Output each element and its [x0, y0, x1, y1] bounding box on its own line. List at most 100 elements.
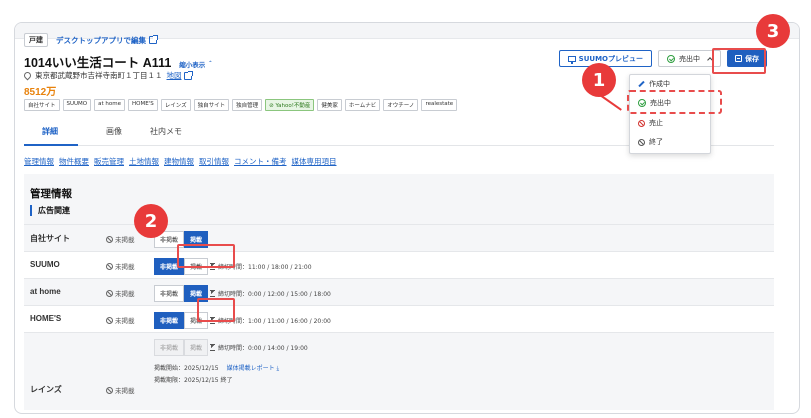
media-tag-yahoo-label: Yahoo!不動産	[275, 103, 311, 109]
hourglass-icon	[210, 344, 215, 351]
media-tag: at home	[94, 99, 126, 111]
pencil-icon	[638, 80, 645, 88]
hourglass-icon	[210, 290, 215, 297]
deadline-info: 締切時間：0:00 / 14:00 / 19:00	[210, 343, 308, 352]
step-badge-2: 2	[134, 204, 168, 238]
publish-status: 未掲載	[106, 261, 135, 271]
property-type-badge: 戸建	[24, 33, 48, 47]
ban-icon	[106, 386, 113, 394]
publish-status-text: 未掲載	[115, 236, 135, 244]
anchor-land[interactable]: 土地情報	[129, 156, 159, 167]
media-tag: 健美家	[317, 99, 342, 111]
price: 8512万	[24, 87, 57, 98]
media-tags: 自社サイト SUUMO at home HOME'S レインズ 独自サイト 独自…	[24, 99, 458, 111]
publish-status: 未掲載	[106, 288, 135, 298]
header-meta: 戸建 デスクトップアプリで編集	[24, 33, 158, 47]
anchor-overview[interactable]: 物件概要	[59, 156, 89, 167]
panel-subtitle: 広告関連	[30, 205, 70, 216]
status-option-ended[interactable]: 終了	[638, 137, 663, 147]
status-option-label: 作成中	[649, 80, 670, 88]
publish-toggle-highlight	[177, 244, 235, 268]
publish-status-text: 未掲載	[115, 263, 135, 271]
step-badge-1: 1	[582, 63, 616, 97]
publish-start-line: 掲載開始：2025/12/15 媒体掲載レポート ⤓	[154, 363, 279, 373]
map-link[interactable]: 地図	[166, 70, 193, 81]
status-select-value: 売出中	[679, 54, 700, 63]
media-tag-yahoo: ⊘ Yahoo!不動産	[265, 99, 315, 111]
map-link-label: 地図	[166, 71, 182, 80]
publish-button[interactable]: 掲載	[184, 339, 209, 356]
stop-icon	[638, 119, 645, 127]
anchor-comments[interactable]: コメント・備考	[234, 156, 287, 167]
suumo-preview-label: SUUMOプレビュー	[578, 54, 643, 63]
publish-status: 未掲載	[106, 315, 135, 325]
unpublish-button[interactable]: 非掲載	[154, 312, 185, 329]
media-tag: オウチーノ	[383, 99, 419, 111]
deadline-text: 締切時間：0:00 / 14:00 / 19:00	[218, 345, 308, 352]
status-dropdown: 作成中 売出中 売止 終了	[629, 74, 711, 154]
deadline-text: 締切時間：0:00 / 12:00 / 15:00 / 18:00	[218, 291, 331, 298]
media-name: HOME'S	[30, 314, 62, 323]
address-line: 東京都武蔵野市吉祥寺南町１丁目１１ 地図	[22, 70, 193, 81]
address-text: 東京都武蔵野市吉祥寺南町１丁目１１	[35, 71, 163, 80]
status-option-label: 売止	[649, 119, 663, 127]
status-option-label: 終了	[649, 138, 663, 146]
media-report-link[interactable]: 媒体掲載レポート ⤓	[227, 365, 280, 372]
edit-in-desktop-label: デスクトップアプリで編集	[56, 35, 146, 45]
status-option-highlight	[627, 90, 722, 114]
media-tag: SUUMO	[62, 99, 92, 111]
media-tag: レインズ	[160, 99, 191, 111]
ban-icon	[106, 316, 113, 324]
publish-status: 未掲載	[106, 385, 135, 395]
step-badge-3: 3	[756, 14, 790, 48]
page-title: 1014いい生活コート A111 縮小表示 ＾	[24, 52, 214, 71]
tab-images[interactable]: 画像	[106, 126, 122, 137]
table-row: at home 未掲載 非掲載 掲載 締切時間：0:00 / 12:00 / 1…	[24, 278, 774, 305]
anchor-building[interactable]: 建物情報	[164, 156, 194, 167]
ad-media-table: 自社サイト 未掲載 非掲載 掲載 SUUMO 未掲載 非掲載 掲載 締切時間：1…	[24, 224, 774, 402]
media-tag: HOME'S	[128, 99, 158, 111]
table-row: SUUMO 未掲載 非掲載 掲載 締切時間：11:00 / 18:00 / 21…	[24, 251, 774, 278]
save-button-highlight	[712, 48, 766, 74]
ban-icon	[106, 262, 113, 270]
section-anchor-links: 管理情報 物件概要 販売管理 土地情報 建物情報 取引情報 コメント・備考 媒体…	[24, 156, 337, 167]
media-name: at home	[30, 287, 61, 296]
panel-title: 管理情報	[30, 188, 72, 200]
table-row: HOME'S 未掲載 非掲載 掲載 締切時間：1:00 / 11:00 / 16…	[24, 305, 774, 332]
media-name: レインズ	[30, 385, 62, 394]
publish-toggle: 非掲載 掲載	[154, 339, 209, 356]
unpublish-button[interactable]: 非掲載	[154, 339, 185, 356]
ban-icon	[106, 289, 113, 297]
monitor-icon	[567, 55, 576, 64]
deadline-info: 締切時間：0:00 / 12:00 / 15:00 / 18:00	[210, 289, 331, 298]
anchor-management[interactable]: 管理情報	[24, 156, 54, 167]
media-tag: ホームナビ	[344, 99, 381, 111]
ban-icon	[106, 235, 113, 243]
media-name: 自社サイト	[30, 234, 70, 243]
media-tag: 自社サイト	[24, 99, 60, 111]
edit-in-desktop-link[interactable]: デスクトップアプリで編集	[56, 35, 158, 46]
anchor-sales[interactable]: 販売管理	[94, 156, 124, 167]
ban-icon	[638, 138, 645, 146]
publish-status-text: 未掲載	[115, 387, 135, 395]
status-option-draft[interactable]: 作成中	[638, 79, 670, 89]
publish-button-highlight	[197, 298, 235, 322]
publish-end: 掲載期限：2025/12/15 終了	[154, 377, 233, 384]
anchor-media-specific[interactable]: 媒体専用項目	[292, 156, 337, 167]
collapse-toggle[interactable]: 縮小表示 ＾	[179, 59, 213, 69]
external-link-icon	[149, 35, 158, 44]
media-tag: realestate	[421, 99, 458, 111]
media-tag: 独自管理	[232, 99, 263, 111]
property-name: 1014いい生活コート A111	[24, 56, 172, 70]
unpublish-button[interactable]: 非掲載	[154, 285, 185, 302]
status-option-suspended[interactable]: 売止	[638, 118, 663, 128]
media-tag: 独自サイト	[193, 99, 230, 111]
tab-details[interactable]: 詳細	[42, 126, 58, 137]
table-row: レインズ 未掲載 非掲載 掲載 締切時間：0:00 / 14:00 / 19:0…	[24, 332, 774, 402]
publish-status-text: 未掲載	[115, 317, 135, 325]
media-name: SUUMO	[30, 260, 60, 269]
tab-internal-memo[interactable]: 社内メモ	[150, 126, 182, 137]
anchor-transaction[interactable]: 取引情報	[199, 156, 229, 167]
publish-status: 未掲載	[106, 234, 135, 244]
publish-status-text: 未掲載	[115, 290, 135, 298]
